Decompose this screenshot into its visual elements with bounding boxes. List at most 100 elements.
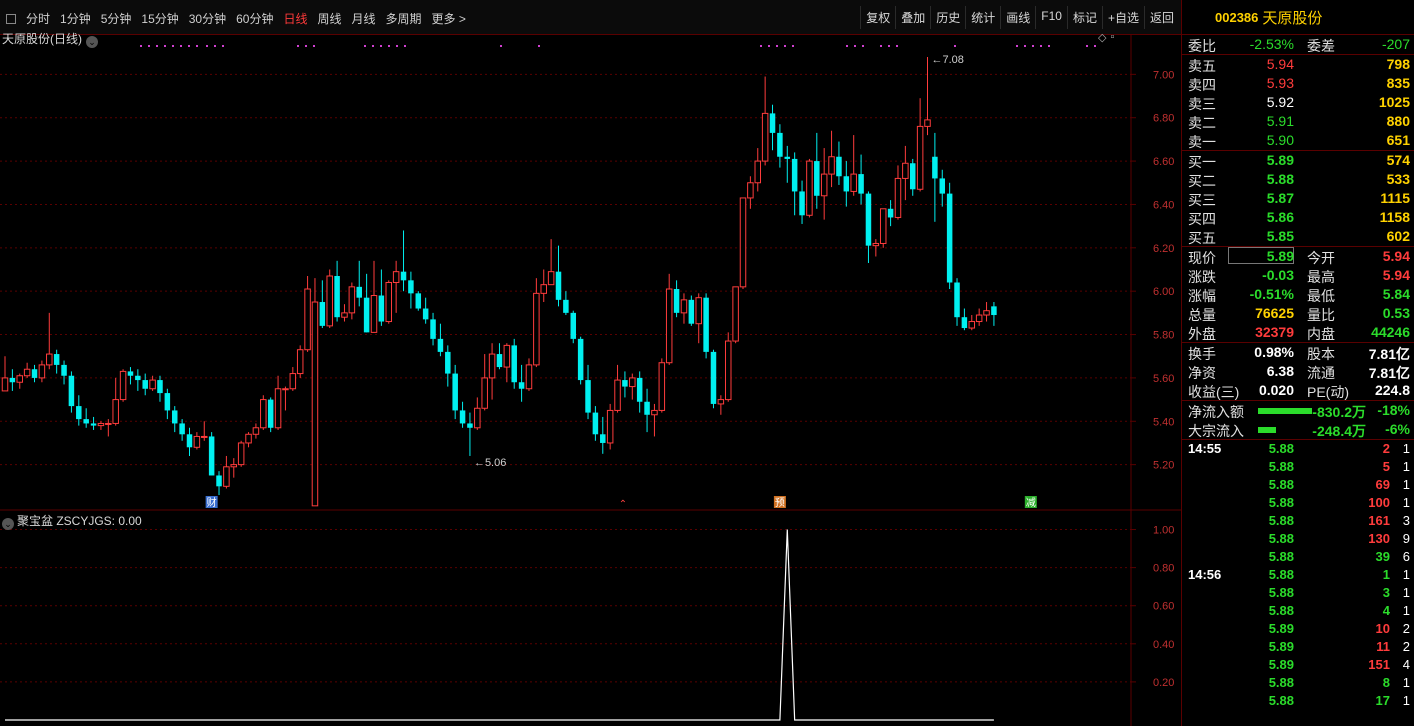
- trade-row: 5.88 5 1: [1182, 458, 1414, 476]
- trade-volume: 100: [1368, 495, 1390, 510]
- candle-body: [680, 299, 688, 314]
- candle-body: [274, 388, 282, 429]
- candle-body: [673, 289, 680, 313]
- candle-body: [223, 466, 230, 487]
- candle-body: [112, 399, 119, 424]
- candle-body: [46, 353, 53, 366]
- candle-body: [496, 354, 503, 368]
- candle-body: [614, 379, 621, 411]
- event-marker-label: 减: [1026, 497, 1036, 509]
- trade-row: 5.88 8 1: [1182, 674, 1414, 692]
- ask-level: 卖一 5.90 651: [1182, 131, 1414, 150]
- trade-count: 6: [1402, 549, 1410, 564]
- ask-label: 卖四: [1188, 77, 1216, 93]
- quote-header: 002386 天原股份: [1182, 0, 1414, 35]
- candle-body: [872, 242, 880, 247]
- candle-body: [777, 132, 783, 157]
- candle-body: [149, 379, 156, 390]
- restore-icon[interactable]: ▫: [1110, 31, 1114, 44]
- candle-body: [644, 401, 650, 415]
- chevron-down-icon[interactable]: ⌄: [2, 518, 14, 530]
- price-tick-label: 5.80: [1153, 330, 1174, 342]
- candle-body: [334, 276, 340, 318]
- candle-body: [68, 375, 75, 407]
- flow-bar: [1258, 408, 1312, 414]
- trade-count: 1: [1402, 441, 1410, 456]
- signal-dot: [156, 45, 158, 47]
- ask-level: 卖二 5.91 880: [1182, 112, 1414, 131]
- candle-body: [828, 156, 835, 175]
- candle-body: [135, 375, 141, 381]
- signal-dot: [854, 45, 856, 47]
- kline-chart[interactable]: 7.00 6.80 6.60 6.40 6.20 6.00 5.80 5.60 5.40 5.20…: [0, 0, 1181, 726]
- stat-label: 现价: [1188, 250, 1216, 266]
- price-tick-label: 6.80: [1153, 113, 1174, 125]
- chevron-down-icon[interactable]: ⌄: [86, 36, 98, 48]
- signal-dot: [1016, 45, 1018, 47]
- candle-body: [600, 434, 606, 443]
- trade-volume: 3: [1382, 585, 1390, 600]
- tick-trades[interactable]: 14:55 5.88 2 1 5.88 5 1 5.88 69 1 5.88 100 1 5.88 161 3…: [1182, 439, 1414, 710]
- ask-label: 卖三: [1188, 96, 1216, 112]
- candle-body: [289, 373, 297, 390]
- signal-dot: [297, 45, 299, 47]
- candle-body: [201, 435, 208, 438]
- candle-body: [430, 319, 436, 339]
- trade-count: 4: [1402, 657, 1410, 672]
- signal-dot: [880, 45, 882, 47]
- chart-title-text: 天原股份(日线): [2, 32, 82, 46]
- trade-count: 2: [1402, 621, 1410, 636]
- candle-body: [894, 177, 902, 218]
- signal-dot: [1086, 45, 1088, 47]
- signal-dot: [1032, 45, 1034, 47]
- candle-body: [991, 306, 997, 316]
- trade-volume: 11: [1376, 639, 1390, 654]
- candle-body: [902, 162, 909, 179]
- stock-code: 002386: [1215, 9, 1259, 25]
- quote-panel: 002386 天原股份 委比 -2.53% 委差 -207 卖五 5.94 798 卖…: [1181, 0, 1414, 726]
- stat-value: 5.94: [1382, 248, 1410, 264]
- trade-count: 1: [1402, 585, 1410, 600]
- candle-body: [97, 422, 105, 427]
- ask-price: 5.93: [1266, 75, 1294, 91]
- indicator-tick-label: 0.80: [1153, 563, 1174, 575]
- trade-price: 5.88: [1268, 531, 1294, 546]
- signal-dot: [1040, 45, 1042, 47]
- stat-label: 总量: [1188, 307, 1216, 323]
- trade-price: 5.88: [1268, 693, 1294, 708]
- candle-body: [865, 193, 872, 246]
- chart-title: 天原股份(日线) ⌄: [2, 30, 98, 48]
- stat-value: -0.03: [1262, 267, 1294, 283]
- candle-body: [23, 368, 31, 377]
- candle-body: [230, 464, 238, 468]
- signal-dot: [313, 45, 315, 47]
- candle-body: [814, 161, 820, 196]
- indicator-title: ⌄ 聚宝盆 ZSCYJGS: 0.00: [2, 512, 142, 530]
- chart-corner-controls: ◇ ▫: [1098, 31, 1114, 44]
- trade-row: 5.88 3 1: [1182, 584, 1414, 602]
- bid-label: 买二: [1188, 173, 1216, 189]
- bid-volume: 602: [1386, 228, 1410, 244]
- price-tick-label: 6.40: [1153, 199, 1174, 211]
- candle-body: [119, 370, 127, 401]
- signal-dot: [1048, 45, 1050, 47]
- candle-body: [363, 297, 370, 333]
- trade-price: 5.88: [1268, 603, 1294, 618]
- candle-body: [105, 422, 112, 425]
- candle-body: [946, 193, 953, 283]
- trade-count: 1: [1402, 693, 1410, 708]
- stat-row: 涨幅 -0.51% 最低 5.84: [1182, 285, 1414, 304]
- candle-body: [142, 380, 148, 389]
- trade-count: 1: [1402, 477, 1410, 492]
- diamond-icon[interactable]: ◇: [1098, 31, 1106, 44]
- signal-dot: [140, 45, 142, 47]
- candle-body: [525, 364, 533, 390]
- flow-label: 大宗流入: [1188, 423, 1244, 439]
- fund-value: 0.020: [1258, 382, 1294, 398]
- candle-body: [252, 427, 260, 435]
- bid-volume: 574: [1386, 152, 1410, 168]
- bid-level: 买四 5.86 1158: [1182, 208, 1414, 227]
- trade-price: 5.88: [1268, 459, 1294, 474]
- trade-price: 5.88: [1268, 549, 1294, 564]
- candle-body: [695, 297, 702, 325]
